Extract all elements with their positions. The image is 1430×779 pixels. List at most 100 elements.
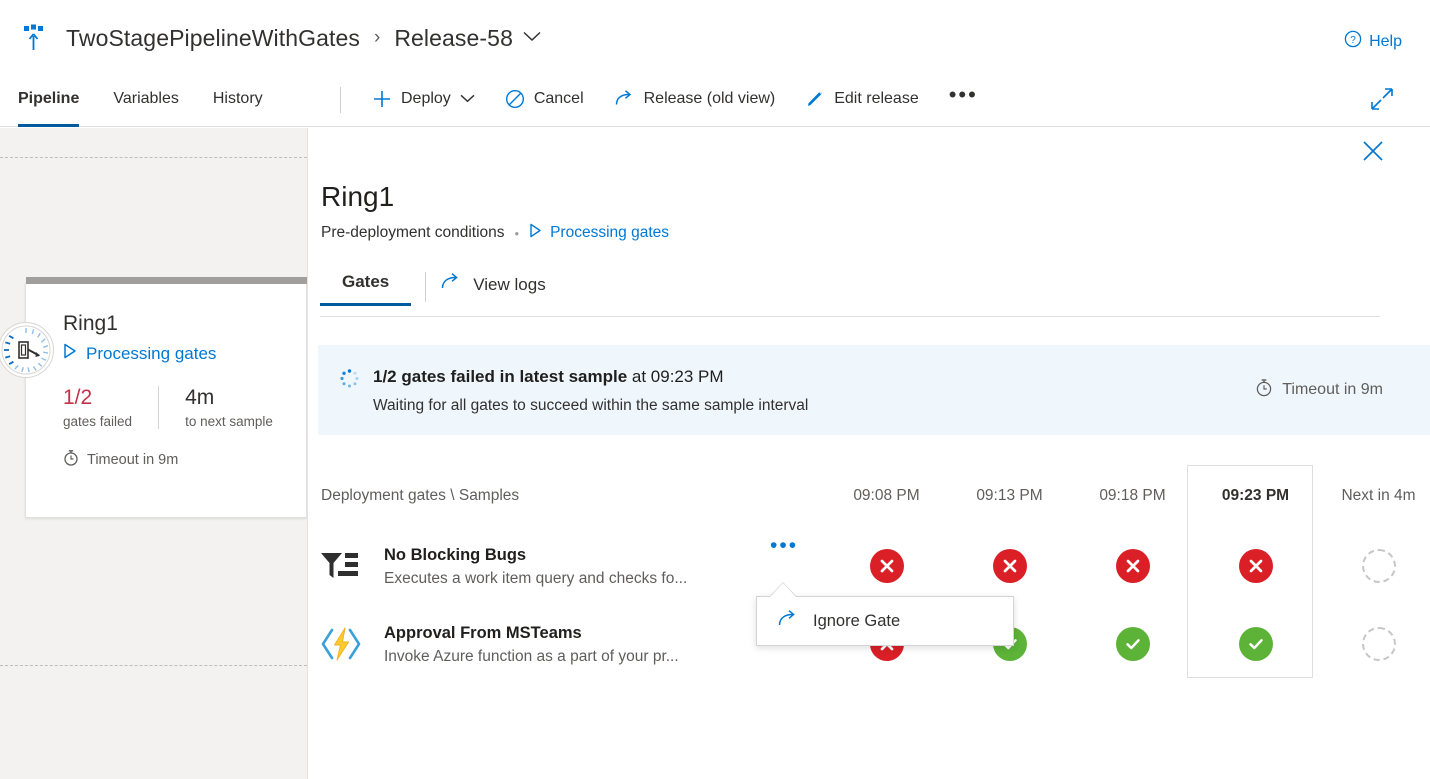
breadcrumb-separator: › [374, 27, 381, 48]
more-commands-button[interactable]: ••• [949, 83, 978, 108]
stopwatch-icon [63, 449, 79, 470]
canvas-divider-top [0, 157, 307, 158]
environment-name: Ring1 [63, 312, 118, 335]
deploy-button[interactable]: Deploy [372, 80, 475, 118]
gate-description: Executes a work item query and checks fo… [384, 570, 688, 587]
help-circle-icon: ? [1344, 30, 1362, 53]
gate-info: No Blocking Bugs Executes a work item qu… [366, 544, 766, 588]
panel-subtitle-text: Pre-deployment conditions [321, 224, 505, 241]
help-label: Help [1369, 32, 1402, 50]
pipeline-canvas: Ring1 Processing gates 1/2 gates failed … [0, 128, 308, 779]
cancel-button[interactable]: Cancel [505, 80, 584, 118]
tab-variables[interactable]: Variables [113, 70, 179, 127]
panel-subtitle-status-link[interactable]: Processing gates [550, 224, 669, 242]
panel-tabs: Gates View logs [320, 272, 1380, 317]
environment-card-ring1[interactable]: Ring1 Processing gates 1/2 gates failed … [0, 277, 308, 518]
panel-subtitle-dot: • [514, 225, 520, 241]
tab-pipeline[interactable]: Pipeline [18, 70, 80, 127]
environment-card-body: Ring1 Processing gates 1/2 gates failed … [26, 284, 306, 470]
expand-diagonal-icon[interactable] [1370, 87, 1394, 116]
status-failed-icon [1238, 549, 1273, 583]
gates-table-columns: 09:08 PM 09:13 PM 09:18 PM 09:23 PM Next… [825, 465, 1430, 527]
environment-status[interactable]: Processing gates [63, 343, 306, 364]
gate-name: Approval From MSTeams [384, 624, 582, 642]
stat-gates-failed-label: gates failed [63, 414, 133, 429]
close-icon[interactable] [1362, 140, 1384, 167]
sample-cell[interactable] [948, 549, 1071, 583]
gates-status-banner: 1/2 gates failed in latest sample at 09:… [318, 345, 1430, 435]
chevron-down-icon[interactable] [460, 90, 475, 108]
column-header-sample-2: 09:13 PM [976, 487, 1043, 504]
gates-table-header: Deployment gates \ Samples 09:08 PM 09:1… [320, 465, 1430, 527]
banner-headline-bold: 1/2 gates failed in latest sample [373, 366, 628, 386]
stat-gates-failed: 1/2 gates failed [63, 386, 158, 429]
environment-stats: 1/2 gates failed 4m to next sample [63, 386, 306, 429]
cancel-circle-icon [505, 89, 525, 109]
banner-content: 1/2 gates failed in latest sample at 09:… [318, 366, 808, 415]
gate-sample-results [825, 527, 1430, 605]
banner-timeout-label: Timeout in 9m [1282, 381, 1383, 398]
gate-spinner-icon [0, 322, 54, 378]
view-logs-label: View logs [473, 274, 546, 294]
chevron-down-icon[interactable] [523, 29, 541, 47]
gates-table: Deployment gates \ Samples 09:08 PM 09:1… [320, 465, 1430, 683]
app-root: TwoStagePipelineWithGates › Release-58 ?… [0, 0, 1430, 779]
environment-card-status-bar [26, 277, 308, 284]
stat-next-sample-label: to next sample [185, 414, 273, 429]
column-header-sample-current: 09:23 PM [1221, 487, 1290, 504]
top-header: TwoStagePipelineWithGates › Release-58 ?… [0, 0, 1430, 70]
breadcrumb: TwoStagePipelineWithGates › Release-58 [22, 24, 541, 52]
sample-cell [1317, 549, 1430, 583]
loading-spinner-icon [340, 368, 359, 393]
ignore-gate-label: Ignore Gate [813, 611, 901, 630]
stat-next-sample-value: 4m [185, 386, 215, 409]
stat-gates-failed-value: 1/2 [63, 386, 93, 409]
column-header-next-sample: Next in 4m [1341, 487, 1416, 504]
release-old-view-label: Release (old view) [643, 89, 776, 107]
environment-timeout-label: Timeout in 9m [87, 451, 179, 468]
sample-cell[interactable] [1194, 549, 1317, 583]
table-row[interactable]: No Blocking Bugs Executes a work item qu… [320, 527, 1430, 605]
sample-cell [1317, 627, 1430, 661]
release-old-view-button[interactable]: Release (old view) [614, 80, 776, 118]
plus-icon [372, 89, 392, 109]
pivot-tabs: Pipeline Variables History [18, 70, 297, 127]
work-item-query-filter-icon [320, 550, 366, 582]
breadcrumb-pipeline-name[interactable]: TwoStagePipelineWithGates [66, 25, 360, 52]
status-failed-icon [869, 549, 904, 583]
ignore-gate-menu-item[interactable]: Ignore Gate [757, 597, 1013, 645]
command-bar: Pipeline Variables History Deploy Cancel… [0, 70, 1430, 127]
breadcrumb-release-name[interactable]: Release-58 [394, 25, 513, 52]
open-external-icon [440, 272, 462, 297]
stat-next-sample: 4m to next sample [158, 386, 299, 429]
panel-tabs-divider [425, 272, 427, 302]
play-triangle-icon [529, 223, 542, 243]
canvas-divider-bottom [0, 665, 307, 666]
stopwatch-icon [1255, 378, 1273, 402]
status-failed-icon [1115, 549, 1150, 583]
gate-more-actions-button[interactable]: ••• [770, 535, 798, 556]
status-failed-icon [992, 549, 1027, 583]
view-logs-button[interactable]: View logs [440, 272, 546, 310]
panel-header: Ring1 Pre-deployment conditions • Proces… [308, 128, 1430, 243]
column-header-sample-3: 09:18 PM [1099, 487, 1166, 504]
deploy-label: Deploy [401, 89, 451, 107]
sample-cell[interactable] [1071, 549, 1194, 583]
tab-gates[interactable]: Gates [320, 272, 412, 306]
gate-name: No Blocking Bugs [384, 546, 527, 564]
sample-cell[interactable] [1071, 627, 1194, 661]
tab-history[interactable]: History [213, 70, 263, 127]
banner-subline: Waiting for all gates to succeed within … [373, 396, 809, 414]
command-bar-divider [340, 87, 341, 113]
sample-cell[interactable] [825, 549, 948, 583]
sample-cell[interactable] [1194, 627, 1317, 661]
banner-timeout: Timeout in 9m [1255, 378, 1383, 402]
column-header-sample-1: 09:08 PM [853, 487, 920, 504]
edit-release-label: Edit release [834, 89, 919, 107]
banner-headline: 1/2 gates failed in latest sample at 09:… [373, 366, 808, 388]
edit-release-button[interactable]: Edit release [805, 80, 919, 118]
gates-table-row-header-label: Deployment gates \ Samples [321, 487, 520, 504]
banner-headline-time: at 09:23 PM [627, 366, 724, 386]
status-pending-icon [1361, 549, 1396, 583]
help-button[interactable]: ? Help [1344, 30, 1402, 53]
